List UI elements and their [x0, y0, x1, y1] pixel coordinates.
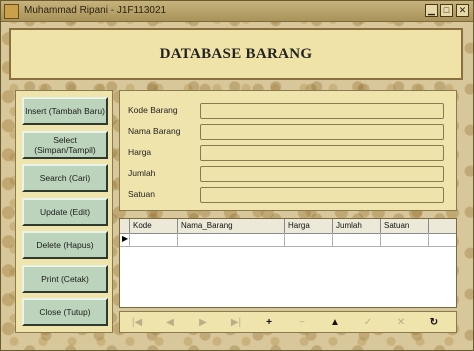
- last-icon[interactable]: ▶|: [221, 314, 251, 331]
- table-cell[interactable]: [333, 233, 381, 246]
- nama-barang-label: Nama Barang: [128, 126, 181, 136]
- cancel-icon[interactable]: ✕: [386, 314, 416, 331]
- table-cell[interactable]: [178, 233, 285, 246]
- main-window: Muhammad Ripani - J1F113021 ▁ □ ✕ DATABA…: [0, 0, 474, 351]
- grid-corner: [120, 219, 130, 233]
- close-window-button[interactable]: ✕: [456, 4, 469, 17]
- print-button[interactable]: Print (Cetak): [22, 265, 108, 293]
- kode-barang-field[interactable]: [200, 103, 444, 119]
- header-panel: DATABASE BARANG: [9, 28, 463, 80]
- column-header-kode[interactable]: Kode: [130, 219, 178, 233]
- nama-barang-field[interactable]: [200, 124, 444, 140]
- update-button[interactable]: Update (Edit): [22, 198, 108, 226]
- search-button[interactable]: Search (Cari): [22, 164, 108, 192]
- refresh-icon[interactable]: ↻: [419, 314, 449, 331]
- column-header-nama-barang[interactable]: Nama_Barang: [178, 219, 285, 233]
- jumlah-field[interactable]: [200, 166, 444, 182]
- table-row[interactable]: ▶: [120, 233, 456, 247]
- row-indicator-cell: [120, 233, 130, 246]
- edit-icon[interactable]: ▲: [320, 314, 350, 331]
- select-button[interactable]: Select (Simpan/Tampil): [22, 131, 108, 159]
- data-grid[interactable]: Kode Nama_Barang Harga Jumlah Satuan ▶: [119, 218, 457, 308]
- insert-button[interactable]: Insert (Tambah Baru): [22, 97, 108, 125]
- app-icon: [4, 4, 19, 19]
- db-navigator: |◀ ◀ ▶ ▶| + − ▲ ✓ ✕ ↻: [119, 311, 457, 333]
- close-button[interactable]: Close (Tutup): [22, 298, 108, 326]
- prior-icon[interactable]: ◀: [155, 314, 185, 331]
- next-icon[interactable]: ▶: [188, 314, 218, 331]
- harga-field[interactable]: [200, 145, 444, 161]
- delete-icon[interactable]: −: [287, 314, 317, 331]
- table-cell[interactable]: [381, 233, 429, 246]
- delete-button[interactable]: Delete (Hapus): [22, 231, 108, 259]
- kode-barang-label: Kode Barang: [128, 105, 178, 115]
- harga-label: Harga: [128, 147, 152, 157]
- insert-icon[interactable]: +: [254, 314, 284, 331]
- column-header-harga[interactable]: Harga: [285, 219, 333, 233]
- window-title: Muhammad Ripani - J1F113021: [24, 5, 167, 16]
- satuan-field[interactable]: [200, 187, 444, 203]
- title-bar[interactable]: Muhammad Ripani - J1F113021 ▁ □ ✕: [1, 1, 473, 22]
- maximize-button[interactable]: □: [440, 4, 453, 17]
- first-icon[interactable]: |◀: [122, 314, 152, 331]
- satuan-label: Satuan: [128, 189, 155, 199]
- page-title: DATABASE BARANG: [159, 46, 313, 62]
- post-icon[interactable]: ✓: [353, 314, 383, 331]
- minimize-button[interactable]: ▁: [425, 4, 438, 17]
- jumlah-label: Jumlah: [128, 168, 156, 178]
- grid-header: Kode Nama_Barang Harga Jumlah Satuan: [120, 219, 456, 234]
- form-panel: Kode Barang Nama Barang Harga Jumlah Sat…: [119, 90, 457, 211]
- action-button-panel: Insert (Tambah Baru) Select (Simpan/Tamp…: [15, 90, 113, 333]
- column-header-jumlah[interactable]: Jumlah: [333, 219, 381, 233]
- table-cell[interactable]: [130, 233, 178, 246]
- column-header-satuan[interactable]: Satuan: [381, 219, 429, 233]
- table-cell[interactable]: [285, 233, 333, 246]
